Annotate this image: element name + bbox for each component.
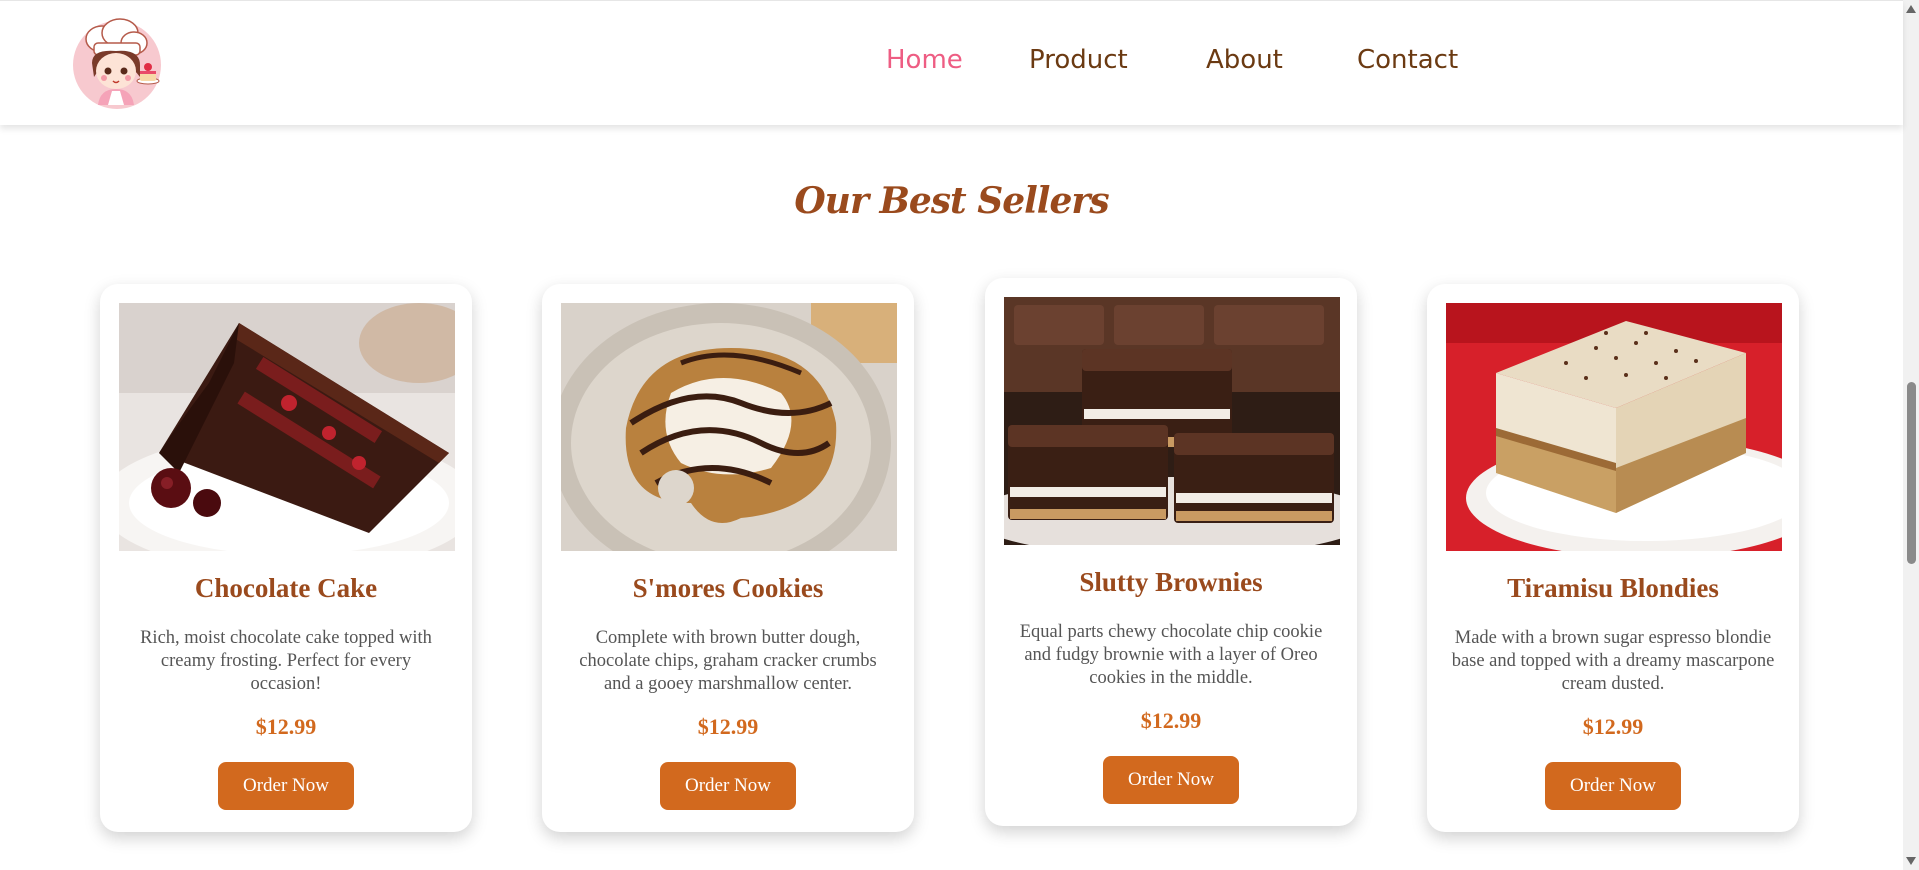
product-card-tiramisu-blondies: Tiramisu Blondies Made with a brown suga… bbox=[1427, 284, 1799, 832]
nav-about-link[interactable]: About bbox=[1206, 45, 1283, 75]
order-now-button[interactable]: Order Now bbox=[218, 762, 354, 810]
product-description: Rich, moist chocolate cake topped with c… bbox=[140, 628, 432, 694]
product-description: Complete with brown butter dough, chocol… bbox=[579, 628, 877, 694]
chef-logo-icon bbox=[73, 18, 161, 109]
product-price: $12.99 bbox=[1140, 708, 1202, 733]
nav-home-link[interactable]: Home bbox=[886, 45, 963, 75]
product-description: Made with a brown sugar espresso blondie… bbox=[1451, 628, 1775, 694]
product-price: $12.99 bbox=[255, 714, 317, 739]
product-name: Chocolate Cake bbox=[194, 573, 378, 603]
scrollbar-thumb[interactable] bbox=[1907, 382, 1916, 564]
site-header: Home Product About Contact bbox=[0, 0, 1903, 125]
product-card-smores-cookies: S'mores Cookies Complete with brown butt… bbox=[542, 284, 914, 832]
order-now-button[interactable]: Order Now bbox=[1545, 762, 1681, 810]
product-name: Slutty Brownies bbox=[1079, 567, 1263, 597]
product-price: $12.99 bbox=[697, 714, 759, 739]
chocolate-cake-photo bbox=[119, 303, 455, 551]
product-name: Tiramisu Blondies bbox=[1507, 573, 1719, 603]
order-now-button[interactable]: Order Now bbox=[1103, 756, 1239, 804]
scroll-down-arrow-icon[interactable] bbox=[1906, 857, 1916, 865]
smores-cookie-photo bbox=[561, 303, 897, 551]
order-now-button[interactable]: Order Now bbox=[660, 762, 796, 810]
scroll-up-arrow-icon[interactable] bbox=[1906, 5, 1916, 13]
brownies-photo bbox=[1004, 297, 1340, 545]
page-scrollbar[interactable] bbox=[1903, 0, 1919, 870]
product-name: S'mores Cookies bbox=[632, 573, 824, 603]
section-title: Our Best Sellers bbox=[794, 180, 1109, 222]
nav-contact-link[interactable]: Contact bbox=[1357, 45, 1458, 75]
nav-product-link[interactable]: Product bbox=[1029, 45, 1128, 75]
product-card-chocolate-cake: Chocolate Cake Rich, moist chocolate cak… bbox=[100, 284, 472, 832]
product-card-slutty-brownies: Slutty Brownies Equal parts chewy chocol… bbox=[985, 278, 1357, 826]
logo[interactable] bbox=[68, 13, 166, 111]
tiramisu-blondie-photo bbox=[1446, 303, 1782, 551]
product-description: Equal parts chewy chocolate chip cookie … bbox=[1019, 622, 1323, 688]
product-price: $12.99 bbox=[1582, 714, 1644, 739]
